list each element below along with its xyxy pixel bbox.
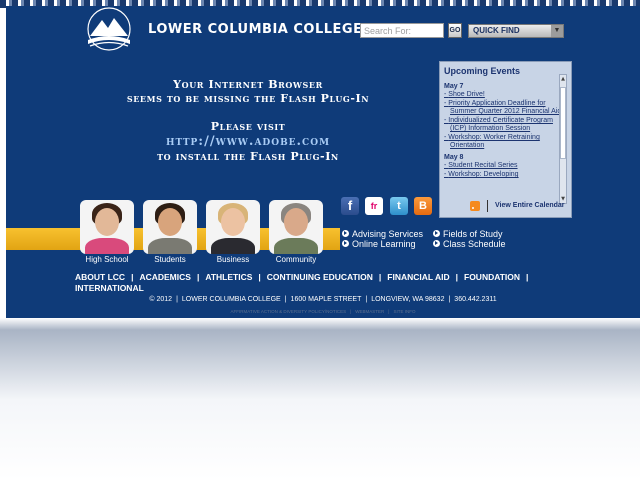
blogger-glyph: B: [419, 200, 427, 212]
event-link[interactable]: Individualized Certificate Program (ICP)…: [444, 117, 562, 133]
nav-athletics[interactable]: ATHLETICS: [205, 272, 252, 282]
footer-copyright: © 2012: [149, 296, 173, 303]
nav-continuing-education[interactable]: CONTINUING EDUCATION: [267, 272, 373, 282]
events-list: May 7 Shoe Drive! Priority Application D…: [444, 79, 562, 203]
online-label: Online Learning: [352, 239, 416, 249]
event-date: May 8: [444, 154, 464, 161]
nav-separator: |: [378, 272, 382, 282]
twitter-icon[interactable]: t: [390, 197, 408, 215]
nav-financial-aid[interactable]: FINANCIAL AID: [387, 272, 449, 282]
community-label[interactable]: Community: [266, 255, 326, 264]
quick-find-select[interactable]: QUICK FIND ▼: [468, 24, 564, 38]
arrow-bullet-icon: [433, 240, 440, 247]
divider: [487, 200, 488, 212]
college-name[interactable]: LOWER COLUMBIA COLLEGE: [148, 22, 362, 37]
nav-academics[interactable]: ACADEMICS: [139, 272, 190, 282]
adobe-link[interactable]: http://www.adobe.com: [120, 134, 376, 150]
flash-missing-notice: Your Internet Browser seems to be missin…: [120, 78, 376, 164]
event-link[interactable]: Priority Application Deadline for Summer…: [444, 100, 562, 116]
events-footer: View Entire Calendar: [440, 200, 571, 213]
advising-label: Advising Services: [352, 229, 424, 239]
flickr-glyph: fr: [370, 201, 378, 211]
event-link[interactable]: Workshop: Worker Retraining Orientation: [444, 134, 562, 150]
event-link[interactable]: Student Recital Series: [444, 162, 562, 170]
class-schedule-link[interactable]: Class Schedule: [433, 239, 506, 249]
chevron-down-icon: ▼: [551, 25, 563, 37]
quick-find-label: QUICK FIND: [473, 26, 520, 35]
footer-college-name: LOWER COLUMBIA COLLEGE: [181, 296, 281, 303]
go-button[interactable]: GO: [448, 23, 462, 38]
view-calendar-link[interactable]: View Entire Calendar: [495, 202, 565, 209]
main-nav: ABOUT LCC | ACADEMICS | ATHLETICS | CONTINUING…: [75, 272, 528, 294]
footer-address: © 2012 | LOWER COLUMBIA COLLEGE | 1600 MAPLE…: [149, 296, 497, 303]
schedule-label: Class Schedule: [443, 239, 506, 249]
high-school-label[interactable]: High School: [77, 255, 137, 264]
nav-international[interactable]: INTERNATIONAL: [75, 283, 144, 293]
flickr-icon[interactable]: fr: [365, 197, 383, 215]
nav-separator: |: [455, 272, 458, 282]
event-link[interactable]: Shoe Drive!: [444, 91, 562, 99]
students-photo[interactable]: [143, 200, 197, 254]
nav-separator: |: [196, 272, 200, 282]
event-link[interactable]: Workshop: Developing: [444, 171, 562, 179]
advising-services-link[interactable]: Advising Services: [342, 229, 423, 239]
policy-link[interactable]: AFFIRMATIVE ACTION & DIVERSITY POLICY/NO…: [231, 309, 347, 314]
business-label[interactable]: Business: [203, 255, 263, 264]
webmaster-link[interactable]: WEBMASTER: [355, 309, 384, 314]
high-school-photo[interactable]: [80, 200, 134, 254]
flash-notice-line: Your Internet Browser: [173, 78, 323, 91]
events-scrollbar[interactable]: ▲ ▼: [559, 74, 567, 204]
flash-notice-line: seems to be missing the Flash Plug-In: [126, 92, 370, 105]
fields-of-study-link[interactable]: Fields of Study: [433, 229, 503, 239]
scroll-up-icon[interactable]: ▲: [560, 75, 566, 83]
twitter-glyph: t: [397, 200, 401, 212]
community-photo[interactable]: [269, 200, 323, 254]
arrow-bullet-icon: [342, 240, 349, 247]
students-label[interactable]: Students: [140, 255, 200, 264]
facebook-glyph: f: [347, 198, 353, 213]
search-input[interactable]: Search For:: [360, 23, 444, 38]
business-photo[interactable]: [206, 200, 260, 254]
arrow-bullet-icon: [342, 230, 349, 237]
site-info-link[interactable]: SITE INFO: [393, 309, 415, 314]
flash-notice-line: to install the Flash Plug-In: [157, 150, 339, 163]
rss-icon[interactable]: [470, 201, 480, 211]
blogger-icon[interactable]: B: [414, 197, 432, 215]
events-title: Upcoming Events: [444, 66, 521, 76]
nav-separator: |: [258, 272, 261, 282]
sub-footer: AFFIRMATIVE ACTION & DIVERSITY POLICY/NO…: [230, 309, 416, 314]
facebook-icon[interactable]: f: [341, 197, 359, 215]
event-date: May 7: [444, 83, 464, 90]
footer-city: LONGVIEW, WA 98632: [371, 296, 445, 303]
college-logo[interactable]: [76, 6, 142, 52]
nav-separator: |: [131, 272, 134, 282]
scroll-thumb[interactable]: [560, 87, 566, 159]
arrow-bullet-icon: [433, 230, 440, 237]
nav-foundation[interactable]: FOUNDATION: [464, 272, 520, 282]
upcoming-events-panel: Upcoming Events May 7 Shoe Drive! Priori…: [439, 61, 572, 218]
fields-label: Fields of Study: [443, 229, 503, 239]
online-learning-link[interactable]: Online Learning: [342, 239, 416, 249]
footer-phone: 360.442.2311: [454, 296, 497, 303]
footer-street: 1600 MAPLE STREET: [290, 296, 362, 303]
nav-about[interactable]: ABOUT LCC: [75, 272, 125, 282]
flash-notice-line: Please visit: [210, 120, 286, 133]
